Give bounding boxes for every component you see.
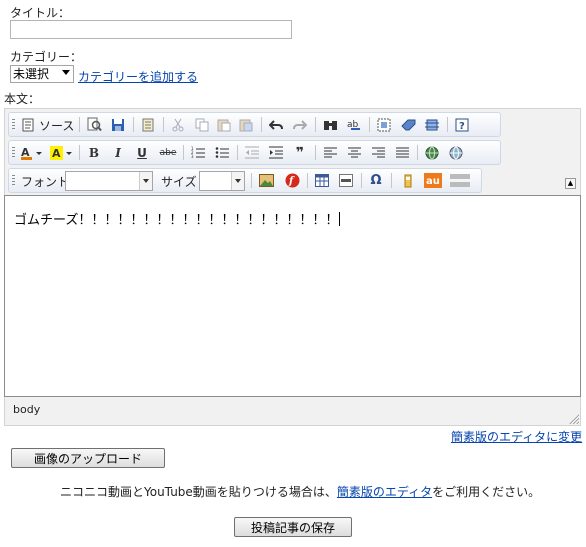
select-all-icon[interactable]	[375, 116, 393, 133]
outdent-icon[interactable]	[243, 144, 261, 161]
embed-note-prefix: ニコニコ動画とYouTube動画を貼りつける場合は、	[60, 485, 337, 499]
cut-icon[interactable]	[169, 116, 187, 133]
remove-format-icon[interactable]	[399, 116, 417, 133]
upload-image-button[interactable]: 画像のアップロード	[11, 448, 165, 468]
editor-toolbar: ソース ab ? A A B I U abe 1 2 3 ❞ フォント サイズ …	[4, 108, 581, 195]
link-icon[interactable]	[423, 144, 441, 161]
toolbar-row-1: ソース ab ?	[8, 112, 501, 137]
au-emoji-icon[interactable]: au	[423, 172, 443, 189]
align-justify-icon[interactable]	[393, 144, 411, 161]
table-icon[interactable]	[313, 172, 331, 189]
add-category-link[interactable]: カテゴリーを追加する	[78, 68, 198, 85]
unlink-icon[interactable]	[447, 144, 465, 161]
source-icon[interactable]	[19, 116, 37, 133]
toolbar-row-3: フォント サイズ f Ω au	[8, 168, 482, 193]
chevron-down-icon[interactable]	[139, 172, 152, 190]
horizontal-rule-icon[interactable]	[337, 172, 355, 189]
special-char-icon[interactable]: Ω	[367, 172, 385, 189]
body-label: 本文：	[4, 92, 41, 106]
bullet-list-icon[interactable]	[213, 144, 231, 161]
toolbar-grip	[12, 147, 15, 159]
help-icon[interactable]: ?	[453, 116, 471, 133]
redo-icon[interactable]	[291, 116, 309, 133]
align-right-icon[interactable]	[369, 144, 387, 161]
find-icon[interactable]	[321, 116, 339, 133]
svg-text:?: ?	[459, 121, 465, 132]
title-label: タイトル：	[10, 6, 71, 20]
editor-statusbar: body	[4, 397, 581, 426]
copy-icon[interactable]	[193, 116, 211, 133]
paste-icon[interactable]	[215, 116, 233, 133]
embed-note-suffix: をご利用ください。	[432, 485, 541, 499]
undo-icon[interactable]	[267, 116, 285, 133]
align-center-icon[interactable]	[345, 144, 363, 161]
svg-text:3: 3	[191, 154, 194, 159]
switch-simple-editor-link[interactable]: 簡素版のエディタに変更	[451, 428, 582, 445]
toolbar-collapse-icon[interactable]: ▲	[565, 178, 576, 189]
flash-icon[interactable]: f	[283, 172, 301, 189]
text-caret	[339, 212, 341, 226]
editor-text: ゴムチーズ！！！！！！！！！！！！！！！！！！！！	[14, 213, 339, 228]
toolbar-row-2: A A B I U abe 123 ❞	[8, 140, 501, 165]
category-label: カテゴリー：	[10, 50, 83, 64]
bg-color-icon[interactable]: A	[49, 144, 75, 161]
font-combo[interactable]	[65, 171, 153, 191]
image-icon[interactable]	[257, 172, 275, 189]
resize-grip-icon[interactable]	[568, 413, 579, 424]
save-icon[interactable]	[109, 116, 127, 133]
chevron-down-icon	[62, 70, 70, 75]
category-select[interactable]: 未選択	[10, 65, 74, 83]
category-selected-value: 未選択	[13, 67, 50, 81]
bold-icon[interactable]: B	[85, 144, 103, 161]
editor-content-area[interactable]: ゴムチーズ！！！！！！！！！！！！！！！！！！！！	[4, 195, 581, 397]
title-input[interactable]	[10, 20, 292, 39]
underline-icon[interactable]: U	[133, 144, 151, 161]
save-post-button[interactable]: 投稿記事の保存	[234, 517, 352, 537]
templates-icon[interactable]	[139, 116, 157, 133]
indent-icon[interactable]	[267, 144, 285, 161]
text-color-icon[interactable]: A	[19, 144, 45, 161]
toolbar-grip	[12, 119, 15, 131]
element-path[interactable]: body	[13, 403, 40, 416]
blockquote-icon[interactable]: ❞	[291, 144, 309, 161]
toolbar-grip	[12, 175, 15, 187]
embed-note: ニコニコ動画とYouTube動画を貼りつける場合は、簡素版のエディタをご利用くだ…	[60, 483, 540, 500]
preview-icon[interactable]	[85, 116, 103, 133]
chevron-down-icon[interactable]	[231, 172, 244, 190]
size-label: サイズ	[161, 175, 197, 189]
simple-editor-link[interactable]: 簡素版のエディタ	[337, 485, 432, 499]
source-button[interactable]: ソース	[39, 117, 74, 134]
softbank-emoji-icon[interactable]	[449, 172, 471, 189]
font-label: フォント	[21, 175, 70, 189]
replace-icon[interactable]: ab	[345, 116, 363, 133]
italic-icon[interactable]: I	[109, 144, 127, 161]
align-left-icon[interactable]	[321, 144, 339, 161]
numbered-list-icon[interactable]: 123	[189, 144, 207, 161]
emoji-icon[interactable]	[399, 172, 417, 189]
svg-text:A: A	[52, 147, 61, 160]
strikethrough-icon[interactable]: abe	[157, 144, 179, 161]
svg-text:au: au	[426, 176, 440, 187]
size-combo[interactable]	[199, 171, 245, 191]
show-blocks-icon[interactable]	[423, 116, 441, 133]
paste-word-icon[interactable]	[237, 116, 255, 133]
